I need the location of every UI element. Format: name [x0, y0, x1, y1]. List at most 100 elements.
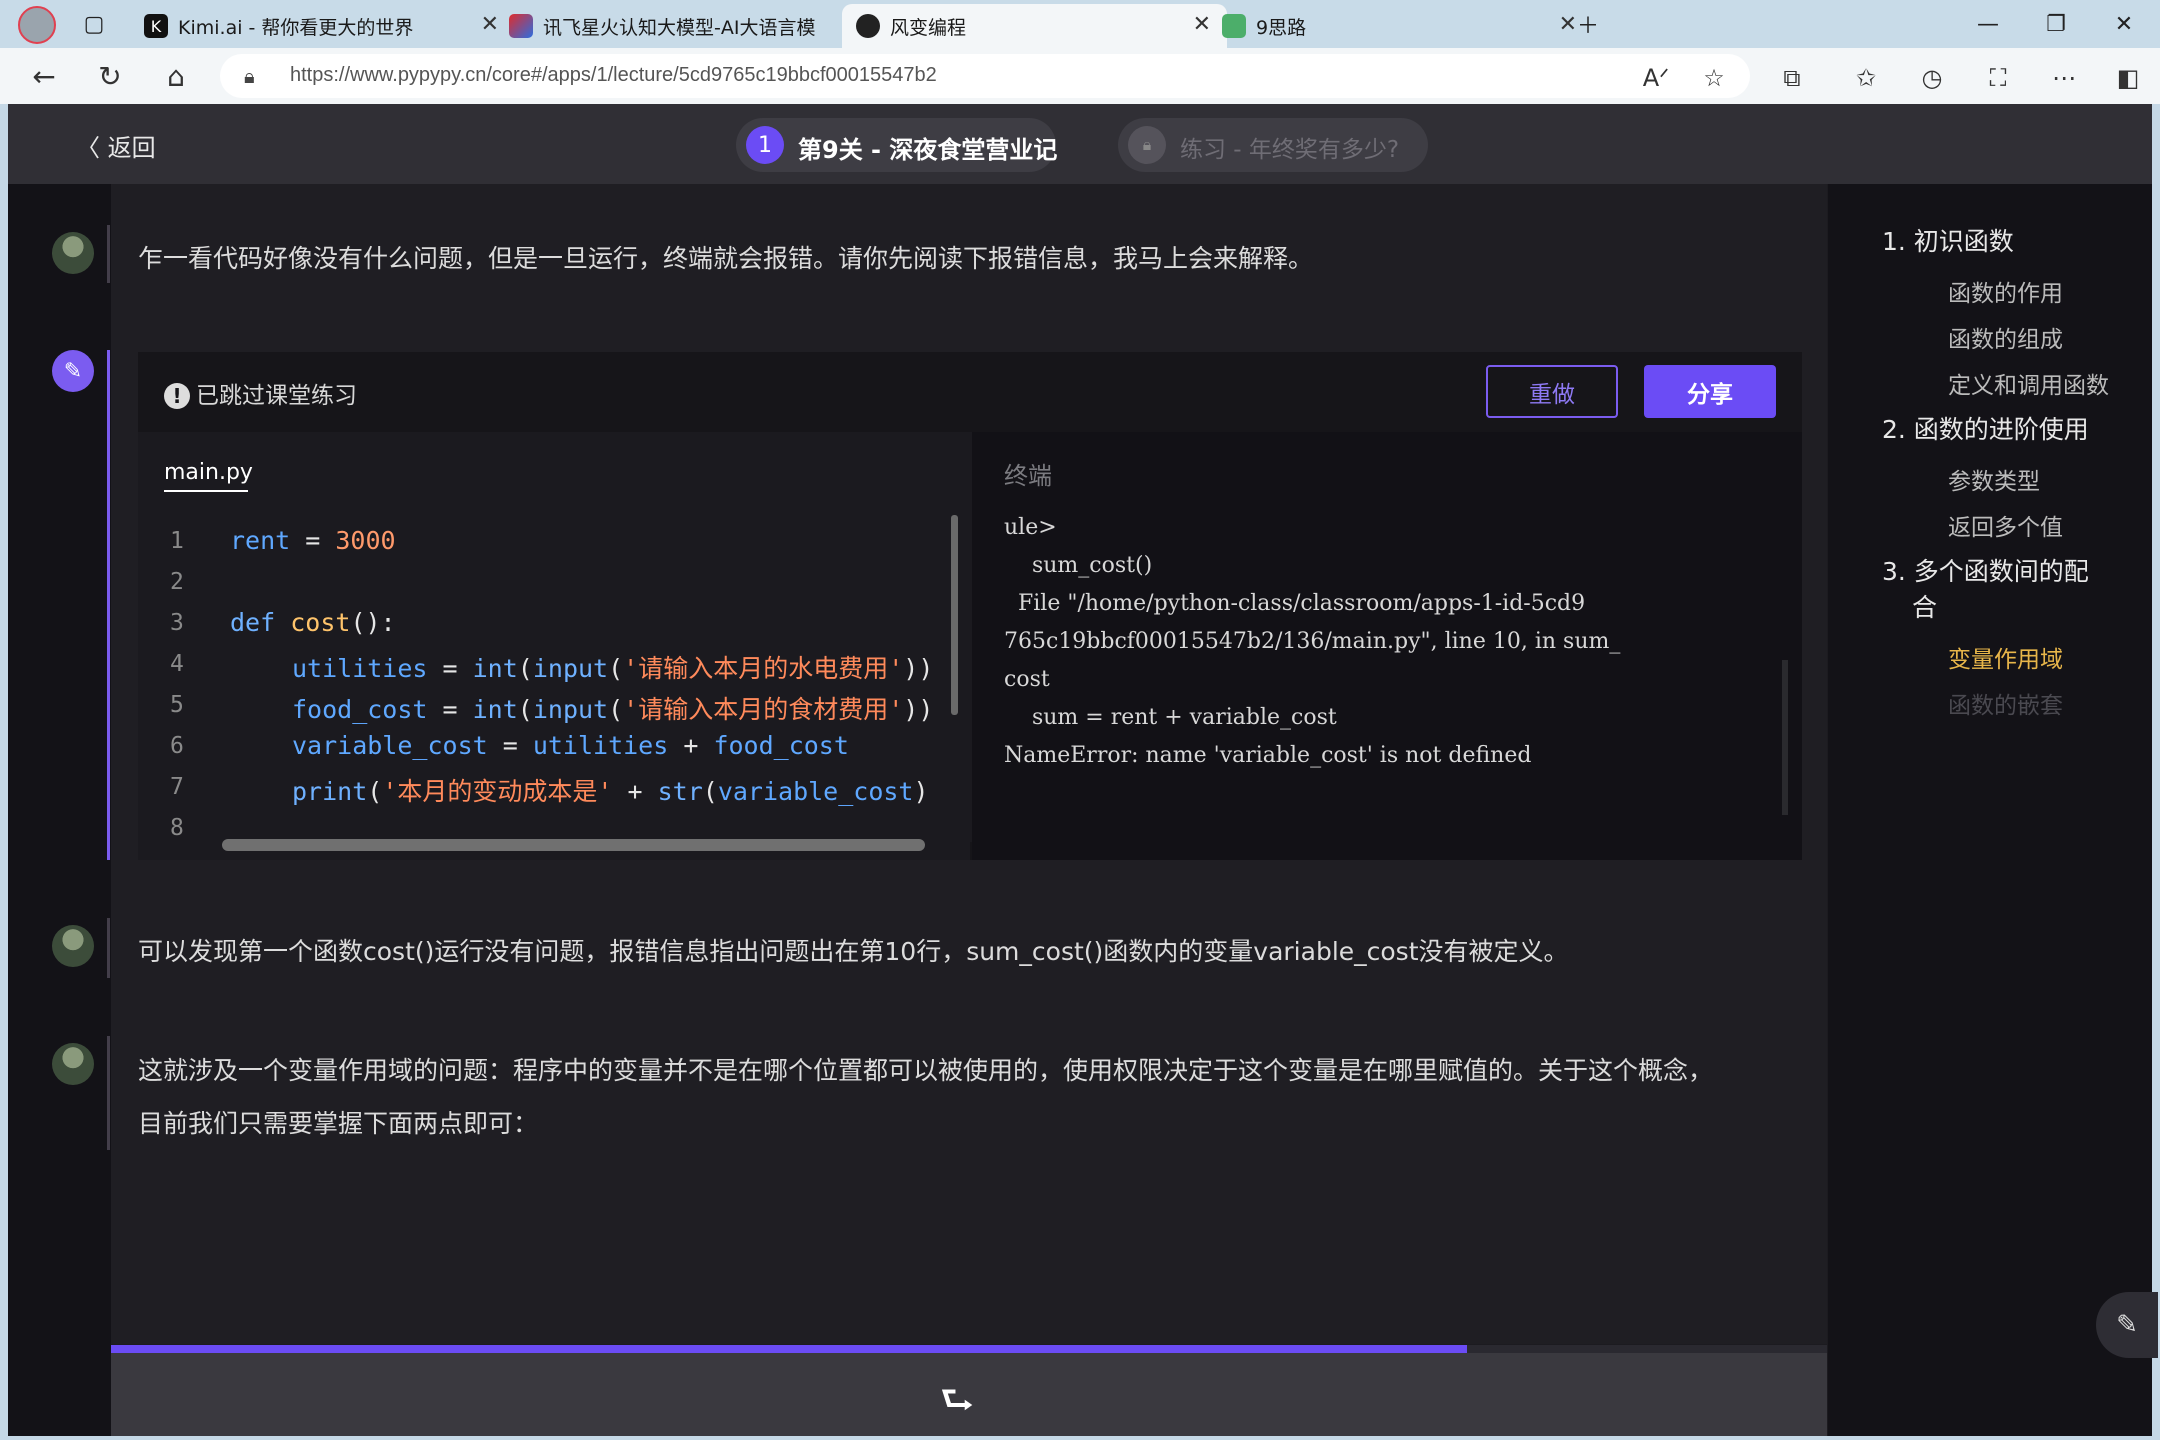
extensions-icon[interactable]: ⧉	[1772, 58, 1812, 98]
code-line: print('本月的变动成本是' + str(variable_cost)	[292, 777, 929, 806]
tab-9silu[interactable]: 9思路 ✕	[1208, 4, 1593, 48]
editor-horizontal-scrollbar[interactable]	[222, 839, 925, 851]
editor-vertical-scrollbar[interactable]	[951, 515, 958, 715]
favorites-icon[interactable]: ✩	[1846, 58, 1886, 98]
tab-label: 讯飞星火认知大模型-AI大语言模	[543, 16, 816, 39]
info-icon: !	[164, 383, 190, 409]
window-close-icon[interactable]: ✕	[2092, 0, 2156, 48]
practice-title: 练习 - 年终奖有多少?	[1180, 137, 1400, 163]
toc-section[interactable]: 1. 初识函数	[1882, 224, 2014, 260]
code-token: '请输入本月的水电费用'	[623, 654, 904, 683]
terminal-line: sum = rent + variable_cost	[1004, 705, 1337, 730]
level-title: 第9关 - 深夜食堂营业记	[798, 136, 1058, 164]
toc-item[interactable]: 函数的嵌套	[1948, 686, 2063, 720]
code-token: def	[230, 608, 276, 637]
code-token: utilities	[292, 654, 428, 683]
tab-label: 风变编程	[890, 16, 967, 39]
back-arrow-icon[interactable]: ←	[24, 56, 64, 96]
exercise-divider	[107, 350, 110, 860]
skipped-notice: ! 已跳过课堂练习	[164, 376, 357, 410]
file-tab-underline	[164, 490, 248, 492]
toc-item[interactable]: 函数的作用	[1948, 274, 2063, 308]
kimi-icon: K	[144, 14, 168, 38]
toc-item-active[interactable]: 变量作用域	[1948, 640, 2063, 674]
toc-item[interactable]: 函数的组成	[1948, 320, 2063, 354]
toc-section[interactable]: 2. 函数的进阶使用	[1882, 412, 2089, 448]
redo-button[interactable]: 重做	[1486, 365, 1618, 418]
app-header	[8, 104, 2152, 184]
toc-section[interactable]: 3. 多个函数间的配	[1882, 554, 2089, 590]
level-number: 1	[746, 126, 784, 164]
tab-actions-icon[interactable]: ▢	[62, 0, 126, 48]
code-line: food_cost = int(input('请输入本月的食材费用'))	[292, 695, 934, 724]
line-number: 4	[170, 651, 184, 677]
code-token: variable_cost	[292, 731, 488, 760]
code-token: rent	[230, 526, 291, 555]
code-token: food_cost	[292, 695, 428, 724]
code-token: utilities	[532, 731, 669, 760]
terminal-scrollbar[interactable]	[1782, 660, 1788, 815]
toc-item[interactable]: 参数类型	[1948, 462, 2040, 496]
tab-spark[interactable]: 讯飞星火认知大模型-AI大语言模 ✕	[495, 4, 880, 48]
message-divider	[107, 918, 110, 978]
tab-label: Kimi.ai - 帮你看更大的世界	[178, 16, 414, 39]
tab-fengbian[interactable]: 风变编程 ✕	[842, 4, 1227, 48]
terminal-line: sum_cost()	[1004, 553, 1153, 578]
code-token: int	[472, 695, 518, 724]
code-token: str	[657, 777, 703, 806]
terminal-line: NameError: name 'variable_cost' is not d…	[1004, 743, 1532, 768]
terminal-line: cost	[1004, 667, 1050, 692]
code-line: variable_cost = utilities + food_cost	[292, 731, 849, 760]
edit-note-button[interactable]: ✎	[2096, 1292, 2158, 1358]
skipped-label: 已跳过课堂练习	[196, 383, 357, 409]
toc-item[interactable]: 返回多个值	[1948, 508, 2063, 542]
url-text[interactable]: https://www.pypypy.cn/core#/apps/1/lectu…	[290, 64, 937, 87]
line-number: 8	[170, 815, 184, 841]
home-icon[interactable]: ⌂	[156, 56, 196, 96]
editor-gutter-right	[960, 432, 972, 842]
minimize-icon[interactable]: —	[1956, 0, 2020, 48]
pencil-icon: ✎	[52, 350, 94, 392]
code-line: rent = 3000	[230, 526, 396, 555]
history-icon[interactable]: ◷	[1912, 58, 1952, 98]
line-number: 2	[170, 569, 184, 595]
message-text: 乍一看代码好像没有什么问题，但是一旦运行，终端就会报错。请你先阅读下报错信息，我…	[138, 244, 1314, 273]
line-number: 3	[170, 610, 184, 636]
code-token: input	[532, 695, 609, 724]
toc-item[interactable]: 定义和调用函数	[1948, 366, 2109, 400]
lock-icon[interactable]: 🔒︎	[244, 64, 255, 88]
code-token: food_cost	[713, 731, 849, 760]
code-token: variable_cost	[717, 777, 914, 806]
favorite-star-icon[interactable]: ☆	[1694, 58, 1734, 98]
avatar	[52, 1043, 94, 1085]
refresh-icon[interactable]: ↻	[90, 56, 130, 96]
line-number: 5	[170, 692, 184, 718]
lock-icon: 🔒︎	[1128, 126, 1166, 164]
pencil-icon: ✎	[2116, 1310, 2138, 1340]
progress-fill	[111, 1345, 1467, 1353]
next-arrow-icon[interactable]: ⮑	[940, 1372, 974, 1437]
new-tab-button[interactable]: ＋	[1556, 0, 1620, 48]
terminal-line: File "/home/python-class/classroom/apps-…	[1004, 591, 1586, 616]
message-divider	[107, 225, 110, 283]
read-aloud-icon[interactable]: Aᐟ	[1636, 58, 1676, 98]
sidebar-toggle-icon[interactable]: ◧	[2108, 58, 2148, 98]
back-button[interactable]: 〈 返回	[76, 128, 156, 163]
share-button[interactable]: 分享	[1644, 365, 1776, 418]
file-tab[interactable]: main.py	[164, 460, 253, 485]
code-line: utilities = int(input('请输入本月的水电费用'))	[292, 654, 934, 683]
message-divider	[107, 1036, 110, 1150]
back-label: 返回	[107, 134, 156, 162]
message-text: 目前我们只需要掌握下面两点即可：	[138, 1109, 539, 1138]
code-token: '本月的变动成本是'	[382, 777, 613, 806]
avatar	[52, 232, 94, 274]
line-number: 6	[170, 733, 184, 759]
more-icon[interactable]: ⋯	[2044, 58, 2084, 98]
profile-avatar[interactable]	[18, 6, 56, 44]
screenshot-icon[interactable]: ⛶	[1978, 58, 2018, 98]
tab-kimi[interactable]: K Kimi.ai - 帮你看更大的世界 ✕	[130, 4, 515, 48]
restore-icon[interactable]: ❐	[2024, 0, 2088, 48]
code-token: ():	[350, 608, 396, 637]
terminal-line: ule>	[1004, 515, 1057, 540]
toc-section[interactable]: 合	[1912, 590, 1937, 626]
